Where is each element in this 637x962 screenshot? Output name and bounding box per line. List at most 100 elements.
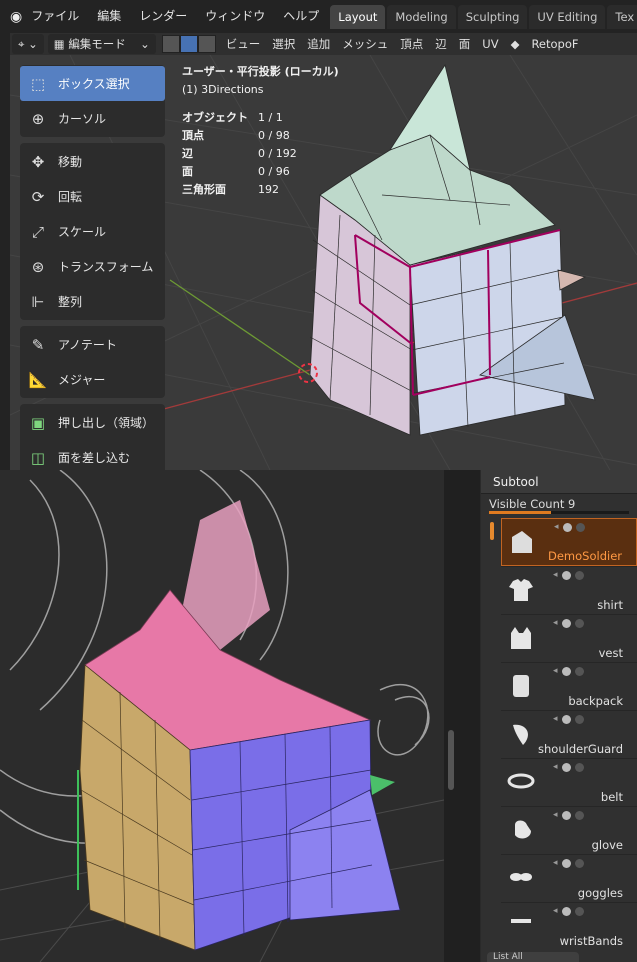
menu-render[interactable]: レンダー xyxy=(130,0,196,33)
visibility-toggle[interactable] xyxy=(562,522,572,532)
visibility-toggle[interactable] xyxy=(561,618,571,628)
object-name: (1) 3Directions xyxy=(182,83,264,96)
face-select-icon[interactable] xyxy=(197,35,216,53)
retopoflow-label[interactable]: RetopoF xyxy=(525,34,584,54)
mode-dropdown[interactable]: ▦ 編集モード ⌄ xyxy=(47,34,156,54)
tool-scale[interactable]: ⤢ スケール xyxy=(20,214,165,249)
polyframe-toggle[interactable] xyxy=(574,714,584,724)
canvas-scrollbar[interactable] xyxy=(444,470,480,962)
visibility-toggle[interactable] xyxy=(561,858,571,868)
polyframe-toggle[interactable] xyxy=(574,810,584,820)
arrow-icon[interactable]: ◂ xyxy=(553,666,558,676)
arrow-icon[interactable]: ◂ xyxy=(553,906,558,916)
slider-track[interactable] xyxy=(489,511,629,514)
tool-box-select[interactable]: ⬚ ボックス選択 xyxy=(20,66,165,101)
subtool-item-wristbands[interactable]: ◂ wristBands xyxy=(501,902,637,950)
scrollbar-thumb[interactable] xyxy=(448,730,454,790)
tool-measure[interactable]: 📐 メジャー xyxy=(20,362,165,397)
edge-select-icon[interactable] xyxy=(179,35,198,53)
arrow-icon[interactable]: ◂ xyxy=(553,858,558,868)
subtool-scroll-marker[interactable] xyxy=(490,522,494,540)
addon-icon[interactable]: ◆ xyxy=(505,34,526,54)
menu-vertex[interactable]: 頂点 xyxy=(394,34,429,54)
shoulderguard-thumb-icon xyxy=(505,717,537,749)
menu-select[interactable]: 選択 xyxy=(266,34,301,54)
polyframe-toggle[interactable] xyxy=(574,666,584,676)
arrow-icon[interactable]: ◂ xyxy=(553,570,558,580)
tool-transform[interactable]: ⊛ トランスフォーム xyxy=(20,249,165,284)
visibility-toggle[interactable] xyxy=(561,762,571,772)
menu-help[interactable]: ヘルプ xyxy=(274,0,328,33)
subtool-item-glove[interactable]: ◂ glove xyxy=(501,806,637,854)
blender-logo-icon[interactable]: ◉ xyxy=(10,0,22,33)
inset-icon: ◫ xyxy=(30,448,46,467)
transform-icon: ⊛ xyxy=(31,257,45,276)
polyframe-toggle[interactable] xyxy=(575,522,585,532)
arrow-icon[interactable]: ◂ xyxy=(553,810,558,820)
list-all-button[interactable]: List All xyxy=(487,952,579,962)
tool-rotate[interactable]: ⟳ 回転 xyxy=(20,179,165,214)
blender-menubar: ◉ ファイル 編集 レンダー ウィンドウ ヘルプ Layout Modeling… xyxy=(10,0,637,33)
polyframe-toggle[interactable] xyxy=(574,762,584,772)
zbrush-canvas[interactable] xyxy=(0,470,444,962)
measure-icon: 📐 xyxy=(28,370,48,389)
arrow-icon[interactable]: ◂ xyxy=(553,762,558,772)
tool-extrude[interactable]: ▣ 押し出し（領域） xyxy=(20,405,165,440)
menu-window[interactable]: ウィンドウ xyxy=(196,0,274,33)
menu-uv[interactable]: UV xyxy=(476,34,504,54)
subtool-name: shirt xyxy=(597,598,623,612)
menu-edge[interactable]: 辺 xyxy=(429,34,453,54)
visibility-toggle[interactable] xyxy=(561,570,571,580)
tool-align[interactable]: ⊩ 整列 xyxy=(20,284,165,319)
subtool-title[interactable]: Subtool xyxy=(481,470,637,494)
visibility-toggle[interactable] xyxy=(561,810,571,820)
polyframe-toggle[interactable] xyxy=(574,570,584,580)
mode-icon: ▦ xyxy=(53,37,69,51)
menu-edit[interactable]: 編集 xyxy=(88,0,130,33)
polyframe-toggle[interactable] xyxy=(574,618,584,628)
menu-face[interactable]: 面 xyxy=(453,34,477,54)
subtool-item-vest[interactable]: ◂ vest xyxy=(501,614,637,662)
editor-type-button[interactable]: ⌖ ⌄ xyxy=(12,34,44,54)
arrow-icon[interactable]: ◂ xyxy=(554,522,559,532)
tool-label: スケール xyxy=(58,225,107,239)
3d-viewport[interactable]: ⬚ ボックス選択 ⊕ カーソル ✥ 移動 ⟳ 回転 ⤢ スケール ⊛ トランスフォーム ⊩ 整… xyxy=(10,55,637,470)
tool-label: 押し出し（領域） xyxy=(58,416,155,430)
shirt-thumb-icon xyxy=(505,573,537,605)
subtool-name: shoulderGuard xyxy=(538,742,623,756)
zb-green-tip xyxy=(370,775,395,795)
tab-uv-editing[interactable]: UV Editing xyxy=(529,4,606,29)
tool-move[interactable]: ✥ 移動 xyxy=(20,144,165,179)
arrow-icon[interactable]: ◂ xyxy=(553,618,558,628)
panel-divider xyxy=(0,0,10,470)
visibility-toggle[interactable] xyxy=(561,906,571,916)
tool-inset[interactable]: ◫ 面を差し込む xyxy=(20,440,165,470)
visible-count-slider[interactable]: Visible Count 9 xyxy=(481,494,637,514)
subtool-item-goggles[interactable]: ◂ goggles xyxy=(501,854,637,902)
menu-file[interactable]: ファイル xyxy=(22,0,88,33)
arrow-icon[interactable]: ◂ xyxy=(553,714,558,724)
menu-add[interactable]: 追加 xyxy=(301,34,336,54)
subtool-item-shoulderguard[interactable]: ◂ shoulderGuard xyxy=(501,710,637,758)
visibility-toggle[interactable] xyxy=(561,714,571,724)
menu-mesh[interactable]: メッシュ xyxy=(336,34,394,54)
subtool-item-backpack[interactable]: ◂ backpack xyxy=(501,662,637,710)
tab-sculpting[interactable]: Sculpting xyxy=(457,4,528,29)
visibility-toggle[interactable] xyxy=(561,666,571,676)
tool-annotate[interactable]: ✎ アノテート xyxy=(20,327,165,362)
align-icon: ⊩ xyxy=(31,292,45,311)
subtool-name: vest xyxy=(598,646,623,660)
y-axis-line xyxy=(169,279,311,376)
polyframe-toggle[interactable] xyxy=(574,858,584,868)
tool-cursor[interactable]: ⊕ カーソル xyxy=(20,101,165,136)
tab-layout[interactable]: Layout xyxy=(330,4,386,29)
polyframe-toggle[interactable] xyxy=(574,906,584,916)
subtool-item-belt[interactable]: ◂ belt xyxy=(501,758,637,806)
tab-texture[interactable]: Tex xyxy=(607,4,637,29)
subtool-item-shirt[interactable]: ◂ shirt xyxy=(501,566,637,614)
move-icon: ✥ xyxy=(31,152,45,171)
subtool-item-demosoldier[interactable]: ◂ DemoSoldier xyxy=(501,518,637,566)
vertex-select-icon[interactable] xyxy=(161,35,180,53)
menu-view[interactable]: ビュー xyxy=(220,34,267,54)
tab-modeling[interactable]: Modeling xyxy=(387,4,456,29)
